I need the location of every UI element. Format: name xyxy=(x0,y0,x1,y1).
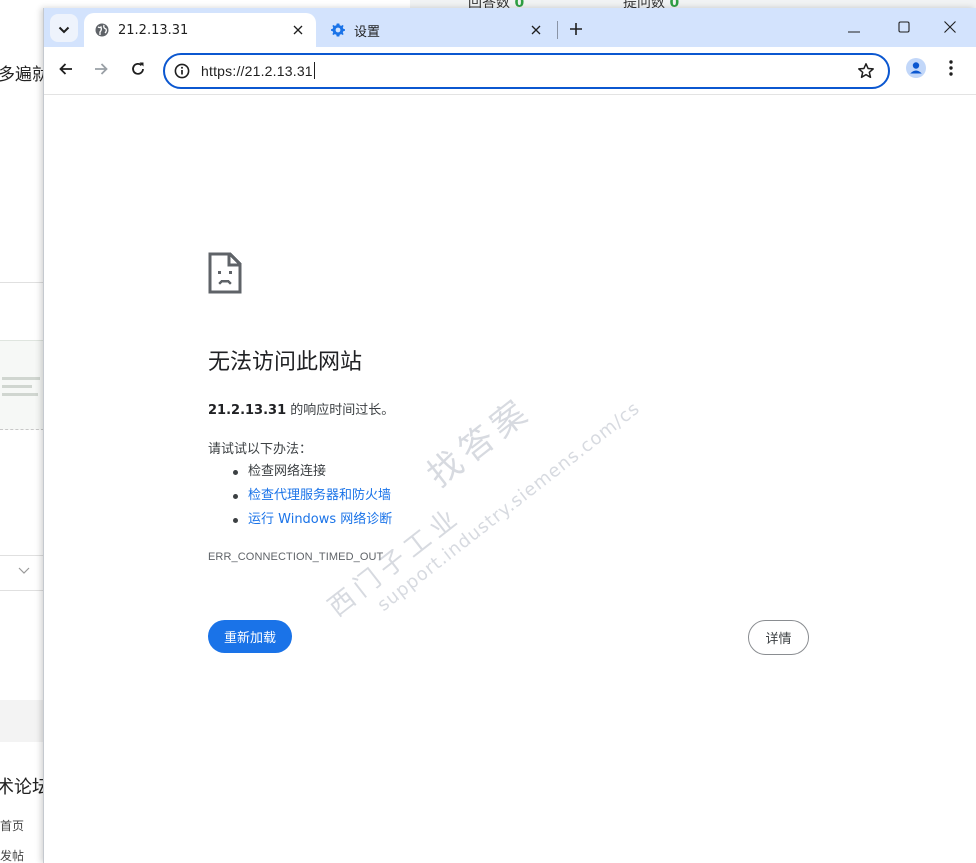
tab-separator xyxy=(557,21,558,39)
close-icon[interactable] xyxy=(526,20,546,40)
url-text[interactable]: https://21.2.13.31 xyxy=(201,62,315,79)
tab-active[interactable]: 21.2.13.31 xyxy=(84,13,316,47)
browser-toolbar: https://21.2.13.31 xyxy=(44,47,976,95)
browser-menu-button[interactable] xyxy=(937,56,965,84)
more-vertical-icon xyxy=(949,60,953,80)
error-message: 的响应时间过长。 xyxy=(286,403,395,418)
error-host: 21.2.13.31 xyxy=(208,403,287,418)
tab-settings[interactable]: 设置 xyxy=(320,13,554,47)
suggestions-list: 检查网络连接 检查代理服务器和防火墙 运行 Windows 网络诊断 xyxy=(230,460,392,532)
background-dropdown[interactable] xyxy=(0,555,44,591)
tab-title: 21.2.13.31 xyxy=(118,22,189,38)
globe-icon xyxy=(94,22,110,38)
tab-search-button[interactable] xyxy=(50,14,78,42)
watermark-url: support.industry.siemens.com/cs xyxy=(373,397,645,616)
arrow-left-icon xyxy=(58,61,74,81)
background-footer-link[interactable]: 发帖 xyxy=(0,847,24,863)
background-footer-link[interactable]: 首页 xyxy=(0,817,24,834)
close-icon xyxy=(944,18,956,37)
close-icon[interactable] xyxy=(288,20,308,40)
plus-icon xyxy=(569,21,583,40)
minimize-button[interactable] xyxy=(831,8,877,47)
suggestions-heading: 请试试以下办法： xyxy=(208,442,313,457)
maximize-icon xyxy=(898,18,910,37)
reload-button[interactable]: 重新加载 xyxy=(208,620,292,653)
minimize-icon xyxy=(848,18,860,37)
reload-icon xyxy=(130,61,146,81)
background-band xyxy=(0,700,44,742)
details-button[interactable]: 详情 xyxy=(748,620,809,655)
error-title: 无法访问此网站 xyxy=(208,350,363,375)
background-divider xyxy=(0,282,44,283)
chevron-down-icon xyxy=(18,564,30,578)
error-code: ERR_CONNECTION_TIMED_OUT xyxy=(208,551,384,563)
tab-strip: 21.2.13.31 设置 xyxy=(44,8,976,47)
sad-document-icon xyxy=(208,252,242,294)
browser-window: 21.2.13.31 设置 https://21.2.13.31 无法访问此网站… xyxy=(43,8,976,863)
suggestion-run-diagnostics-link[interactable]: 运行 Windows 网络诊断 xyxy=(230,508,392,532)
forward-button[interactable] xyxy=(86,56,116,86)
suggestion-check-proxy-link[interactable]: 检查代理服务器和防火墙 xyxy=(230,484,392,508)
avatar-icon xyxy=(906,58,926,82)
arrow-right-icon xyxy=(93,61,109,81)
chevron-down-icon xyxy=(58,19,70,38)
profile-button[interactable] xyxy=(902,56,930,84)
suggestion-check-network: 检查网络连接 xyxy=(230,460,392,484)
close-window-button[interactable] xyxy=(927,8,973,47)
watermark-main: 找答案 xyxy=(420,389,540,496)
new-tab-button[interactable] xyxy=(562,16,590,44)
error-detail: 21.2.13.31 的响应时间过长。 xyxy=(208,399,394,418)
error-page: 无法访问此网站 21.2.13.31 的响应时间过长。 请试试以下办法： 检查网… xyxy=(44,96,976,863)
gear-icon xyxy=(330,22,346,38)
address-bar[interactable]: https://21.2.13.31 xyxy=(163,53,890,89)
background-thumbnail xyxy=(0,340,44,430)
maximize-button[interactable] xyxy=(881,8,927,47)
reload-toolbar-button[interactable] xyxy=(123,56,153,86)
tab-title: 设置 xyxy=(354,24,381,40)
info-icon[interactable] xyxy=(173,62,191,80)
back-button[interactable] xyxy=(51,56,81,86)
star-icon[interactable] xyxy=(856,61,876,81)
